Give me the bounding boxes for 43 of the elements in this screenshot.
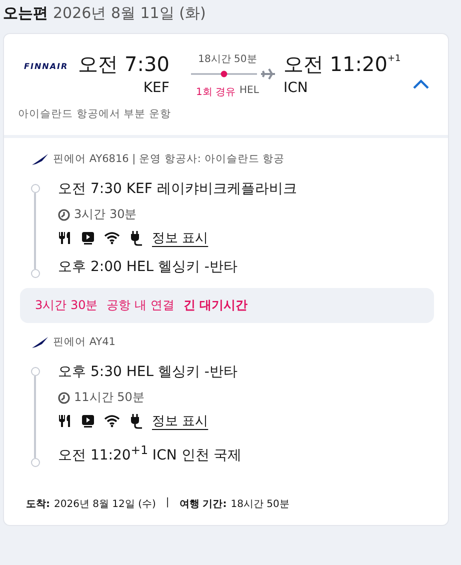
departure-time: 오전 7:30 bbox=[78, 51, 170, 78]
segment-duration: 3시간 30분 bbox=[74, 206, 137, 223]
stop-airport: HEL bbox=[240, 85, 259, 98]
power-plug-icon bbox=[129, 414, 143, 428]
trip-label: 여행 기간: bbox=[179, 498, 227, 511]
arrival-date: 2026년 8월 12일 (수) bbox=[54, 498, 156, 511]
wifi-icon bbox=[104, 231, 120, 245]
airline-tail-icon bbox=[30, 335, 50, 349]
departure-stop: 오후 5:30 HEL 헬싱키 -반타 bbox=[58, 363, 238, 382]
airline-logo: FINNAIR bbox=[24, 62, 68, 71]
stop-count: 1회 경유 bbox=[196, 86, 236, 99]
show-details-link[interactable]: 정보 표시 bbox=[152, 412, 208, 430]
arrival-stop: 오후 2:00 HEL 헬싱키 -반타 bbox=[58, 258, 238, 277]
segment-duration: 11시간 50분 bbox=[74, 389, 144, 406]
arrival-time: 오전 11:20 bbox=[283, 51, 388, 78]
video-icon bbox=[81, 414, 95, 428]
meal-icon bbox=[58, 414, 72, 428]
flight-number: 핀에어 AY41 bbox=[53, 335, 116, 349]
total-duration: 18시간 50분 bbox=[198, 53, 257, 66]
day-offset: +1 bbox=[387, 54, 401, 64]
section-title: 오는편 bbox=[3, 4, 48, 23]
departure-stop: 오전 7:30 KEF 레이캬비크케플라비크 bbox=[58, 180, 297, 199]
power-plug-icon bbox=[129, 230, 143, 246]
operated-note: 아이슬란드 항공에서 부분 운항 bbox=[18, 107, 172, 121]
arrival-label: 도착: bbox=[26, 498, 50, 511]
layover-warning: 긴 대기시간 bbox=[183, 297, 248, 314]
arrival-code: ICN bbox=[283, 80, 308, 96]
departure-code: KEF bbox=[143, 80, 170, 96]
flight-number: 핀에어 AY6816 | 운영 항공사: 아이슬란드 항공 bbox=[53, 152, 285, 166]
clock-icon bbox=[58, 392, 70, 404]
show-details-link[interactable]: 정보 표시 bbox=[152, 229, 208, 247]
flight-date: 2026년 8월 11일 (화) bbox=[53, 4, 206, 23]
wifi-icon bbox=[104, 414, 120, 428]
meal-icon bbox=[58, 231, 72, 245]
arrival-stop: 오전 11:20$^{+1}$ ICN 인천 국제 bbox=[58, 442, 242, 466]
video-icon bbox=[81, 231, 95, 245]
chevron-icon bbox=[412, 78, 430, 90]
airline-tail-icon bbox=[30, 152, 50, 166]
clock-icon bbox=[58, 208, 70, 220]
connection-type: 공항 내 연결 bbox=[106, 297, 174, 314]
separator: | bbox=[166, 496, 170, 510]
layover-duration: 3시간 30분 bbox=[35, 297, 98, 314]
trip-duration: 18시간 50분 bbox=[230, 498, 290, 511]
